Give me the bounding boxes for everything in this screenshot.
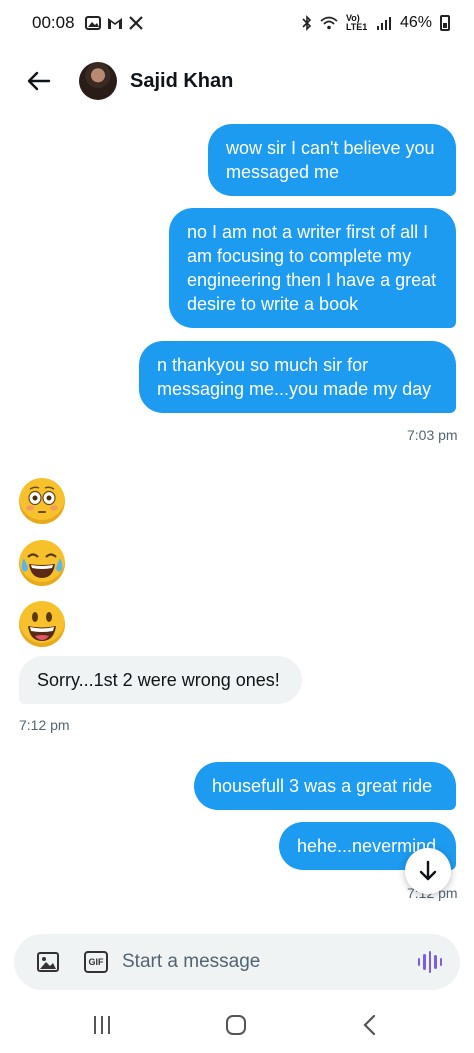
gmail-notification-icon <box>107 18 122 29</box>
tears-of-joy-face-drawing <box>21 553 63 578</box>
voice-wave-bar <box>439 958 443 966</box>
battery-icon <box>440 15 450 31</box>
recent-apps-button[interactable] <box>94 1016 112 1034</box>
arrow-left-icon <box>27 71 51 91</box>
message-bubble-outgoing[interactable]: wow sir I can't believe you messaged me <box>208 124 456 196</box>
image-icon <box>37 952 59 972</box>
message-input[interactable] <box>122 944 402 980</box>
scroll-to-bottom-button[interactable] <box>405 848 451 894</box>
recent-apps-bar <box>101 1016 103 1034</box>
message-bubble-outgoing[interactable]: n thankyou so much sir for messaging me.… <box>139 341 456 413</box>
system-back-button[interactable] <box>362 1014 378 1036</box>
message-composer: GIF <box>14 934 460 990</box>
message-bubble-outgoing[interactable]: housefull 3 was a great ride <box>194 762 456 810</box>
wifi-icon <box>320 16 338 30</box>
message-timestamp: 7:12 pm <box>19 717 70 733</box>
grinning-face-drawing <box>28 612 56 641</box>
message-bubble-incoming[interactable]: Sorry...1st 2 were wrong ones! <box>19 656 302 704</box>
message-bubble-outgoing[interactable]: no I am not a writer first of all I am f… <box>169 208 456 328</box>
message-timestamp: 7:03 pm <box>407 427 458 443</box>
tears-of-joy-emoji-icon[interactable] <box>19 540 65 586</box>
contact-name[interactable]: Sajid Khan <box>130 70 233 93</box>
chevron-left-icon <box>363 1014 376 1036</box>
status-right: Vo) LTE1 46% <box>302 14 450 32</box>
status-time: 00:08 <box>32 13 75 32</box>
battery-percent: 46% <box>399 14 432 31</box>
flushed-emoji-icon[interactable] <box>19 478 65 524</box>
arrow-down-icon <box>419 860 437 881</box>
x-notification-icon <box>128 16 143 30</box>
gallery-notification-icon <box>84 16 101 30</box>
back-button[interactable] <box>22 64 56 98</box>
recent-apps-icon <box>94 1016 96 1034</box>
voice-wave-icon <box>418 958 421 966</box>
gif-button[interactable]: GIF <box>84 951 108 973</box>
network-label: Vo) LTE1 <box>345 13 368 32</box>
signal-icon <box>376 17 391 30</box>
home-button[interactable] <box>226 1015 246 1035</box>
voice-wave-bar <box>428 951 432 973</box>
status-bar: 00:08 Vo) LTE1 46% <box>0 0 474 46</box>
system-navigation-bar <box>0 1000 474 1053</box>
bluetooth-icon <box>302 15 312 31</box>
voice-wave-bar <box>423 954 426 970</box>
voice-wave-bar <box>434 955 437 969</box>
add-image-button[interactable] <box>36 950 60 974</box>
grinning-emoji-icon[interactable] <box>19 601 65 647</box>
notification-icons <box>84 16 143 30</box>
status-left: 00:08 <box>32 13 143 33</box>
voice-message-button[interactable] <box>418 950 443 974</box>
conversation-header: Sajid Khan <box>0 52 474 112</box>
flushed-face-drawing <box>26 486 58 513</box>
avatar[interactable] <box>79 62 117 100</box>
recent-apps-bar <box>108 1016 110 1034</box>
